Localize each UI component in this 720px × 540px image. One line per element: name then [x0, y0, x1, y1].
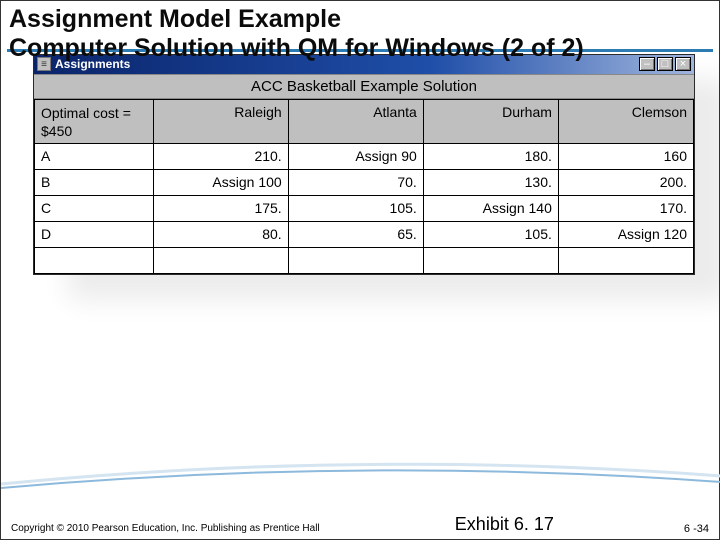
sheet-area: ACC Basketball Example Solution Optimal …: [34, 74, 694, 274]
cell: 65.: [288, 221, 423, 247]
optimal-cost-value: $450: [41, 123, 72, 139]
cell: 80.: [153, 221, 288, 247]
cell: 160: [558, 143, 693, 169]
solution-table: Optimal cost = $450 Raleigh Atlanta Durh…: [34, 99, 694, 274]
row-label: C: [35, 195, 154, 221]
table-row-empty: [35, 247, 694, 273]
cell: Assign 90: [288, 143, 423, 169]
maximize-button[interactable]: □: [657, 57, 673, 71]
cell: 130.: [423, 169, 558, 195]
cell: 105.: [288, 195, 423, 221]
close-button[interactable]: ×: [675, 57, 691, 71]
cell: Assign 120: [558, 221, 693, 247]
sheet-caption: ACC Basketball Example Solution: [34, 75, 694, 99]
cell: 200.: [558, 169, 693, 195]
row-label: D: [35, 221, 154, 247]
window-titlebar[interactable]: ≡ Assignments – □ ×: [34, 55, 694, 74]
cell: Assign 100: [153, 169, 288, 195]
page-number: 6 -34: [649, 523, 709, 535]
minimize-button[interactable]: –: [639, 57, 655, 71]
optimal-cost-cell: Optimal cost = $450: [35, 99, 154, 143]
window-title: Assignments: [55, 57, 639, 71]
cell: 70.: [288, 169, 423, 195]
assignments-window: ≡ Assignments – □ × ACC Basketball Examp…: [33, 54, 695, 275]
cell: Assign 140: [423, 195, 558, 221]
row-label: B: [35, 169, 154, 195]
app-icon: ≡: [37, 57, 51, 71]
cell: 210.: [153, 143, 288, 169]
table-row: D 80. 65. 105. Assign 120: [35, 221, 694, 247]
table-header-row: Optimal cost = $450 Raleigh Atlanta Durh…: [35, 99, 694, 143]
decorative-swoosh: [1, 454, 720, 494]
col-header: Atlanta: [288, 99, 423, 143]
window-controls: – □ ×: [639, 57, 691, 71]
col-header: Durham: [423, 99, 558, 143]
table-row: A 210. Assign 90 180. 160: [35, 143, 694, 169]
row-label: A: [35, 143, 154, 169]
cell: 170.: [558, 195, 693, 221]
table-row: C 175. 105. Assign 140 170.: [35, 195, 694, 221]
title-line-1: Assignment Model Example: [9, 5, 341, 33]
optimal-cost-label: Optimal cost =: [41, 105, 131, 121]
cell: 105.: [423, 221, 558, 247]
table-row: B Assign 100 70. 130. 200.: [35, 169, 694, 195]
cell: 180.: [423, 143, 558, 169]
slide-footer: Copyright © 2010 Pearson Education, Inc.…: [1, 514, 719, 535]
copyright-text: Copyright © 2010 Pearson Education, Inc.…: [11, 523, 320, 535]
col-header: Clemson: [558, 99, 693, 143]
exhibit-label: Exhibit 6. 17: [360, 514, 649, 535]
cell: 175.: [153, 195, 288, 221]
col-header: Raleigh: [153, 99, 288, 143]
